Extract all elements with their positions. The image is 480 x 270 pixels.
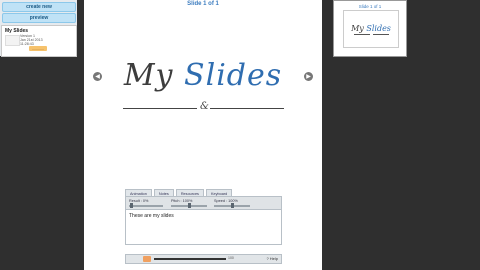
notes-panel: Animation Notes Resources Keyboard Resul… — [125, 189, 282, 266]
divider-left — [123, 108, 197, 109]
speed-label: Speed : 100% — [214, 199, 238, 203]
slide-title-part1: My — [123, 58, 174, 93]
left-panel: create new preview My Slides Version 1 J… — [0, 0, 77, 57]
thumbnail-divider-right — [373, 34, 389, 35]
thumbnail-preview: My Slides — [343, 10, 399, 48]
slide-thumbnail[interactable]: Slide 1 of 1 My Slides — [333, 0, 407, 57]
divider-right — [210, 108, 284, 109]
ornament-icon: & — [200, 101, 209, 112]
slide-counter: Slide 1 of 1 — [187, 1, 219, 7]
playback-bar: 100 ? Help — [125, 254, 282, 264]
audio-toolbar: Result : 0% Pitch : 100% Speed : 100% — [125, 196, 282, 210]
record-icon[interactable] — [143, 256, 151, 262]
preview-button[interactable]: preview — [2, 13, 76, 23]
thumbnail-title: My Slides — [344, 24, 398, 33]
notes-tabs: Animation Notes Resources Keyboard — [125, 189, 233, 197]
thumbnail-title-part2: Slides — [366, 24, 391, 33]
slide-title-part2: Slides — [184, 58, 283, 93]
slide-title: My Slides — [84, 58, 322, 93]
project-thumbnail — [5, 35, 20, 46]
project-tag[interactable]: ............ — [29, 46, 47, 51]
playback-progress[interactable] — [154, 258, 226, 260]
result-slider[interactable] — [129, 205, 163, 207]
pitch-slider-handle[interactable] — [188, 203, 191, 208]
volume-label: 100 — [228, 256, 234, 260]
project-meta: Version 1 Jan 21st 2013 11:28:43 — [20, 34, 43, 46]
result-slider-handle[interactable] — [130, 203, 133, 208]
thumbnail-divider-left — [354, 34, 370, 35]
speed-slider-handle[interactable] — [231, 203, 234, 208]
project-card[interactable]: My Slides Version 1 Jan 21st 2013 11:28:… — [1, 25, 77, 57]
help-button[interactable]: ? Help — [266, 256, 278, 261]
notes-editor[interactable]: These are my slides — [125, 209, 282, 245]
thumbnail-counter: Slide 1 of 1 — [358, 4, 382, 9]
note-text: These are my slides — [129, 213, 174, 219]
create-new-button[interactable]: create new — [2, 2, 76, 12]
thumbnail-title-part1: My — [351, 24, 364, 33]
